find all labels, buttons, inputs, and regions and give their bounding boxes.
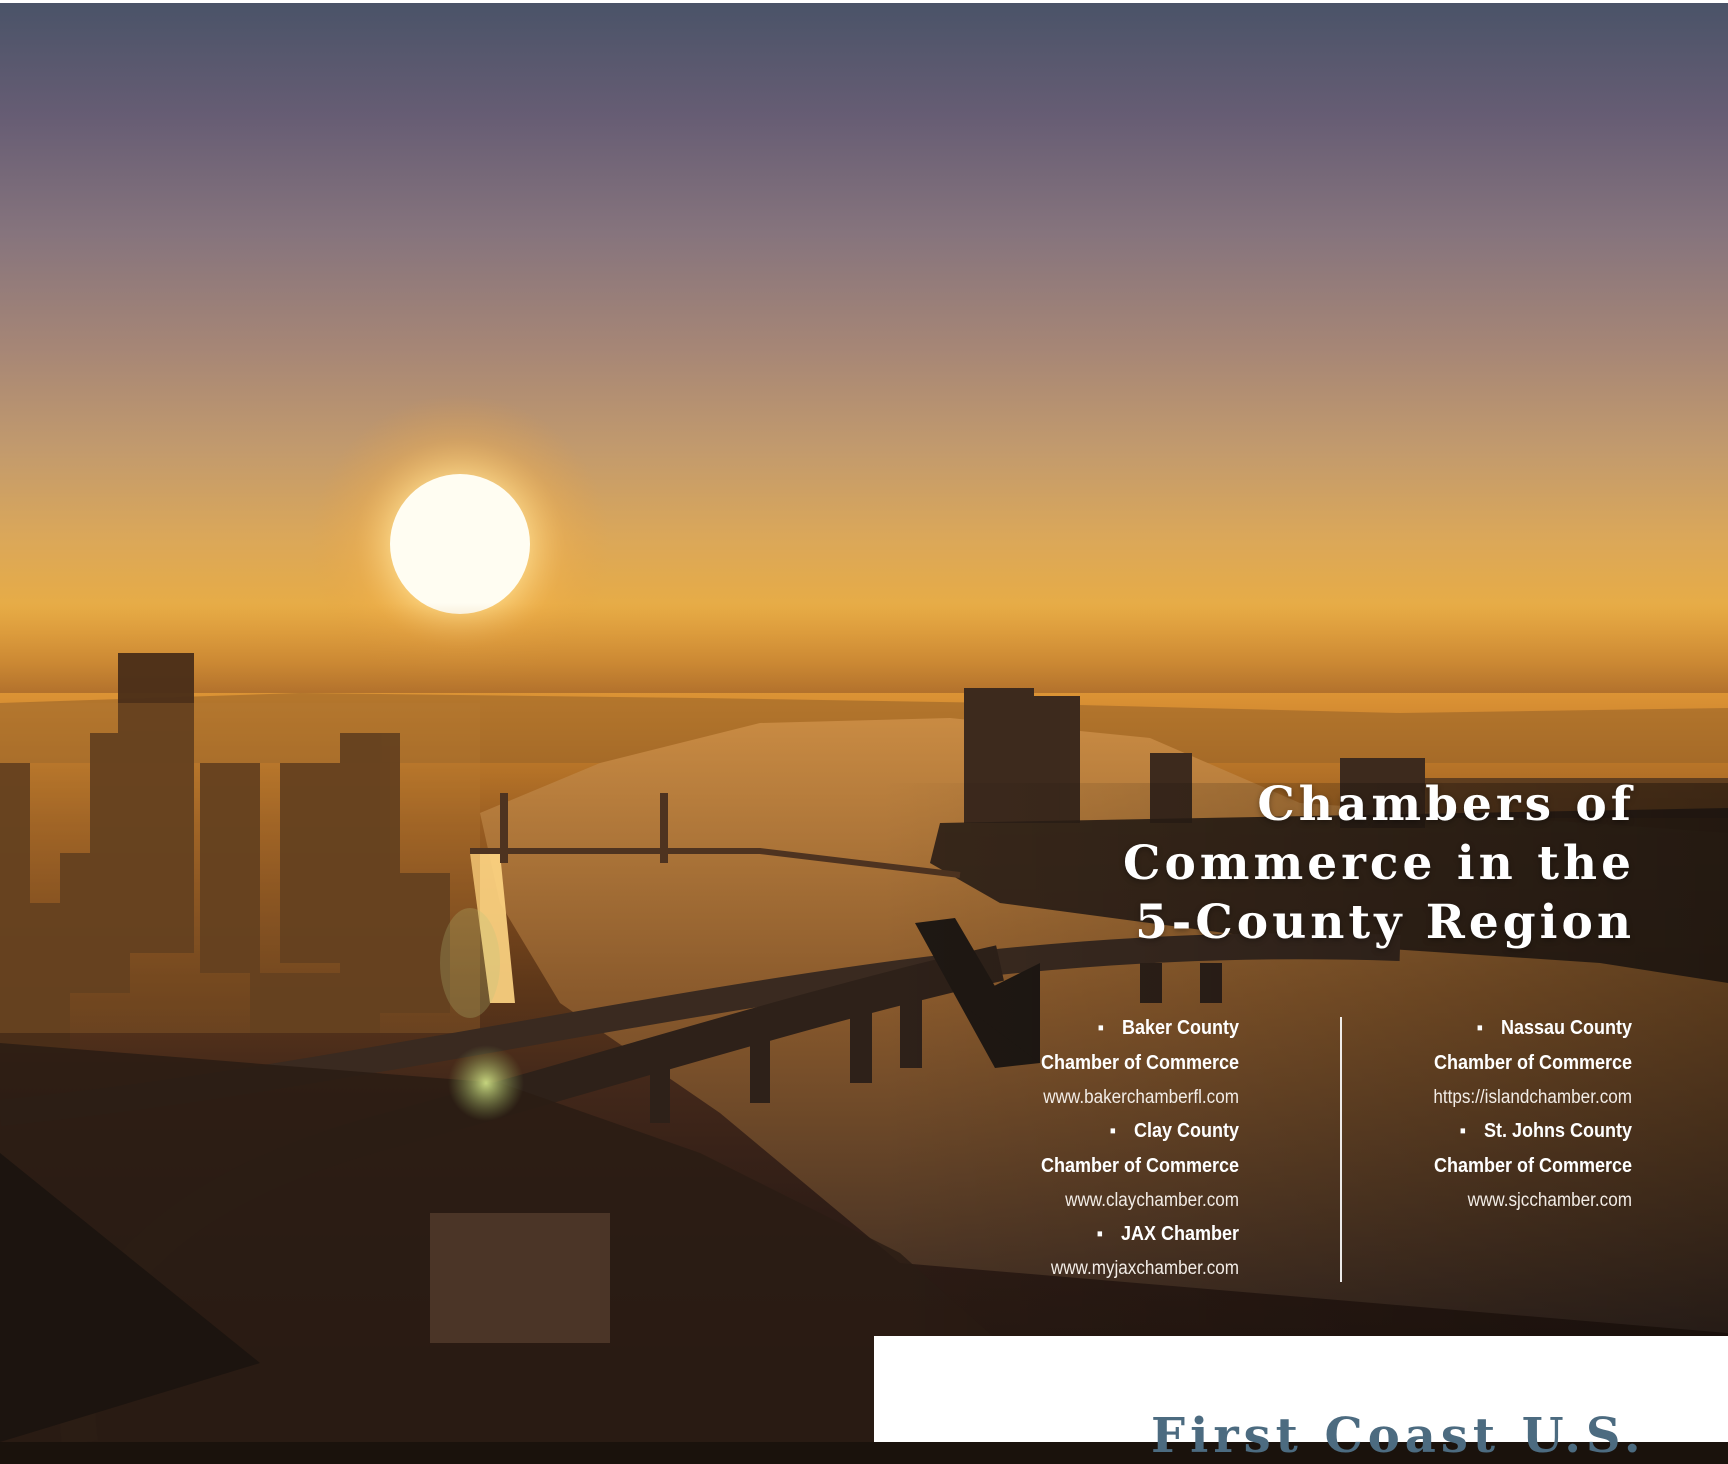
chamber-name: ▪ Baker County (1097, 1017, 1239, 1039)
chamber-url[interactable]: www.claychamber.com (951, 1184, 1239, 1217)
chamber-url[interactable]: https://islandchamber.com (1344, 1081, 1632, 1114)
chamber-name-line-2: Chamber of Commerce (1433, 1052, 1632, 1074)
chamber-name-line-2: Chamber of Commerce (1040, 1155, 1239, 1177)
chamber-name: ▪ Nassau County (1476, 1017, 1632, 1039)
heading-line-3: 5-County Region (1135, 895, 1635, 950)
bullet-icon: ▪ (1097, 1017, 1104, 1039)
chamber-name-line-2: Chamber of Commerce (1433, 1155, 1632, 1177)
chamber-url[interactable]: www.bakerchamberfl.com (951, 1081, 1239, 1114)
chamber-list-right: ▪ Nassau County Chamber of Commerce https… (1312, 1011, 1632, 1217)
chamber-entry-baker: ▪ Baker County Chamber of Commerce www.ba… (919, 1011, 1239, 1114)
chamber-url[interactable]: www.sjcchamber.com (1344, 1184, 1632, 1217)
chamber-entry-nassau: ▪ Nassau County Chamber of Commerce https… (1312, 1011, 1632, 1114)
heading-line-2: Commerce in the (1123, 836, 1635, 891)
section-heading: Chambers of Commerce in the 5-County Reg… (935, 775, 1635, 952)
chamber-entry-jax: ▪ JAX Chamber www.myjaxchamber.com (919, 1217, 1239, 1285)
chamber-list-left: ▪ Baker County Chamber of Commerce www.ba… (919, 1011, 1239, 1285)
bullet-icon: ▪ (1476, 1017, 1483, 1039)
city-river-scene (0, 394, 1728, 1442)
chamber-entry-st-johns: ▪ St. Johns County Chamber of Commerce ww… (1312, 1114, 1632, 1217)
chamber-name-line-2: Chamber of Commerce (1040, 1052, 1239, 1074)
bullet-icon: ▪ (1096, 1223, 1103, 1245)
chamber-name: ▪ JAX Chamber (1096, 1223, 1239, 1245)
bullet-icon: ▪ (1459, 1120, 1466, 1142)
hero-photo-sunrise-skyline: Chambers of Commerce in the 5-County Reg… (0, 3, 1728, 1442)
chamber-name: ▪ St. Johns County (1459, 1120, 1632, 1142)
heading-line-1: Chambers of (1257, 777, 1635, 832)
chamber-name: ▪ Clay County (1109, 1120, 1239, 1142)
bullet-icon: ▪ (1109, 1120, 1116, 1142)
next-section-title: First Coast U.S. (1151, 1408, 1646, 1464)
next-section-panel: First Coast U.S. (874, 1336, 1728, 1464)
chamber-entry-clay: ▪ Clay County Chamber of Commerce www.cla… (919, 1114, 1239, 1217)
chamber-url[interactable]: www.myjaxchamber.com (951, 1252, 1239, 1285)
